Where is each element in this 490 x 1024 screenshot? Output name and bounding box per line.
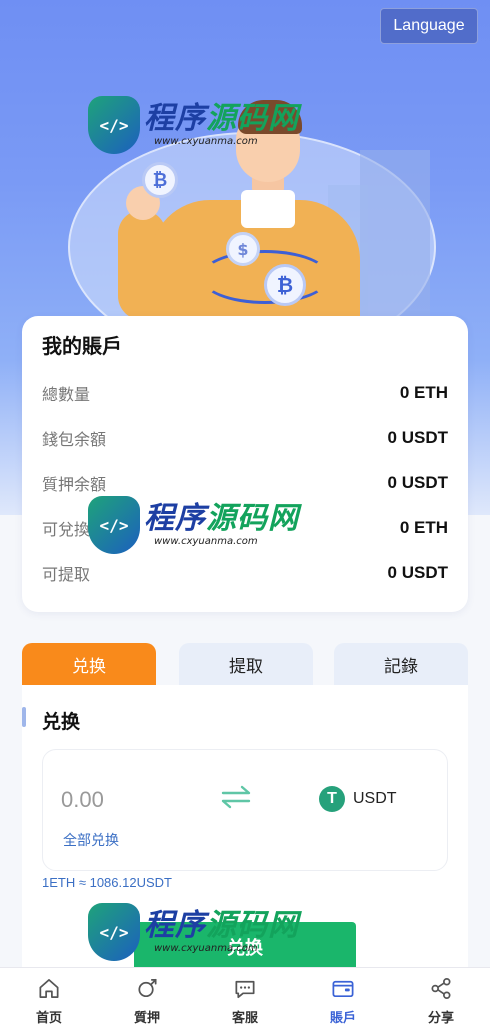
nav-label: 賬戶	[329, 1011, 356, 1024]
chat-icon	[235, 980, 255, 999]
account-row-exchangeable: 可兌換 0 ETH	[42, 513, 448, 543]
nav-item-support[interactable]: 客服	[196, 976, 294, 1024]
exchange-submit-button[interactable]: 兑换	[134, 922, 356, 972]
tab-records[interactable]: 記錄	[334, 643, 468, 685]
exchange-box: 全部兑换 T USDT	[42, 749, 448, 871]
nav-item-account[interactable]: 賬戶	[294, 976, 392, 1024]
dollar-coin-icon: $	[226, 232, 260, 266]
amount-input[interactable]	[61, 782, 181, 818]
account-card: 我的賬戶 總數量 0 ETH 錢包余額 0 USDT 質押余額 0 USDT 可…	[22, 316, 468, 612]
tab-exchange[interactable]: 兑换	[22, 643, 156, 685]
tab-bar: 兑换 提取 記錄	[22, 643, 468, 685]
bottom-nav: 首页 質押 客服 賬戶 分享	[0, 967, 490, 1024]
nav-item-home[interactable]: 首页	[0, 976, 98, 1024]
bitcoin-coin-icon: ₿	[142, 162, 178, 198]
account-row-total: 總數量 0 ETH	[42, 378, 448, 408]
swap-icon[interactable]	[219, 782, 253, 812]
account-row-pledge: 質押余額 0 USDT	[42, 468, 448, 498]
nav-label: 客服	[231, 1011, 258, 1024]
account-row-label: 質押余額	[42, 475, 107, 494]
share-icon	[431, 978, 451, 999]
account-row-label: 可提取	[42, 565, 91, 584]
account-row-value: 0 USDT	[387, 563, 448, 582]
bitcoin-coin-icon: ₿	[264, 264, 306, 306]
exchange-panel: 兑换 全部兑换 T USDT 1ETH ≈ 1086.12USDT 兑换	[22, 685, 468, 975]
account-row-withdrawable: 可提取 0 USDT	[42, 558, 448, 588]
target-currency-label: USDT	[353, 790, 397, 807]
wallet-icon	[332, 980, 354, 998]
account-row-value: 0 USDT	[387, 473, 448, 492]
account-row-label: 可兌換	[42, 520, 91, 539]
account-row-value: 0 USDT	[387, 428, 448, 447]
tab-withdraw[interactable]: 提取	[179, 643, 313, 685]
pledge-icon	[138, 978, 157, 998]
nav-label: 質押	[133, 1011, 160, 1024]
exchange-rate: 1ETH ≈ 1086.12USDT	[42, 875, 172, 890]
account-row-label: 總數量	[42, 385, 91, 404]
section-indicator	[22, 707, 26, 727]
illustration-hair	[238, 100, 302, 134]
account-title: 我的賬戶	[42, 334, 122, 358]
nav-item-pledge[interactable]: 質押	[98, 976, 196, 1024]
account-row-value: 0 ETH	[399, 518, 448, 537]
usdt-icon: T	[319, 786, 345, 812]
account-row-wallet: 錢包余額 0 USDT	[42, 423, 448, 453]
language-button[interactable]: Language	[380, 8, 478, 44]
section-title: 兑换	[42, 711, 81, 733]
exchange-all-link[interactable]: 全部兑换	[63, 830, 119, 850]
account-row-label: 錢包余額	[42, 430, 107, 449]
nav-item-share[interactable]: 分享	[392, 976, 490, 1024]
home-icon	[39, 978, 59, 999]
illustration-collar	[241, 190, 295, 228]
account-row-value: 0 ETH	[399, 383, 448, 402]
nav-label: 分享	[427, 1011, 454, 1024]
hero-building	[360, 150, 430, 320]
nav-label: 首页	[35, 1011, 62, 1024]
